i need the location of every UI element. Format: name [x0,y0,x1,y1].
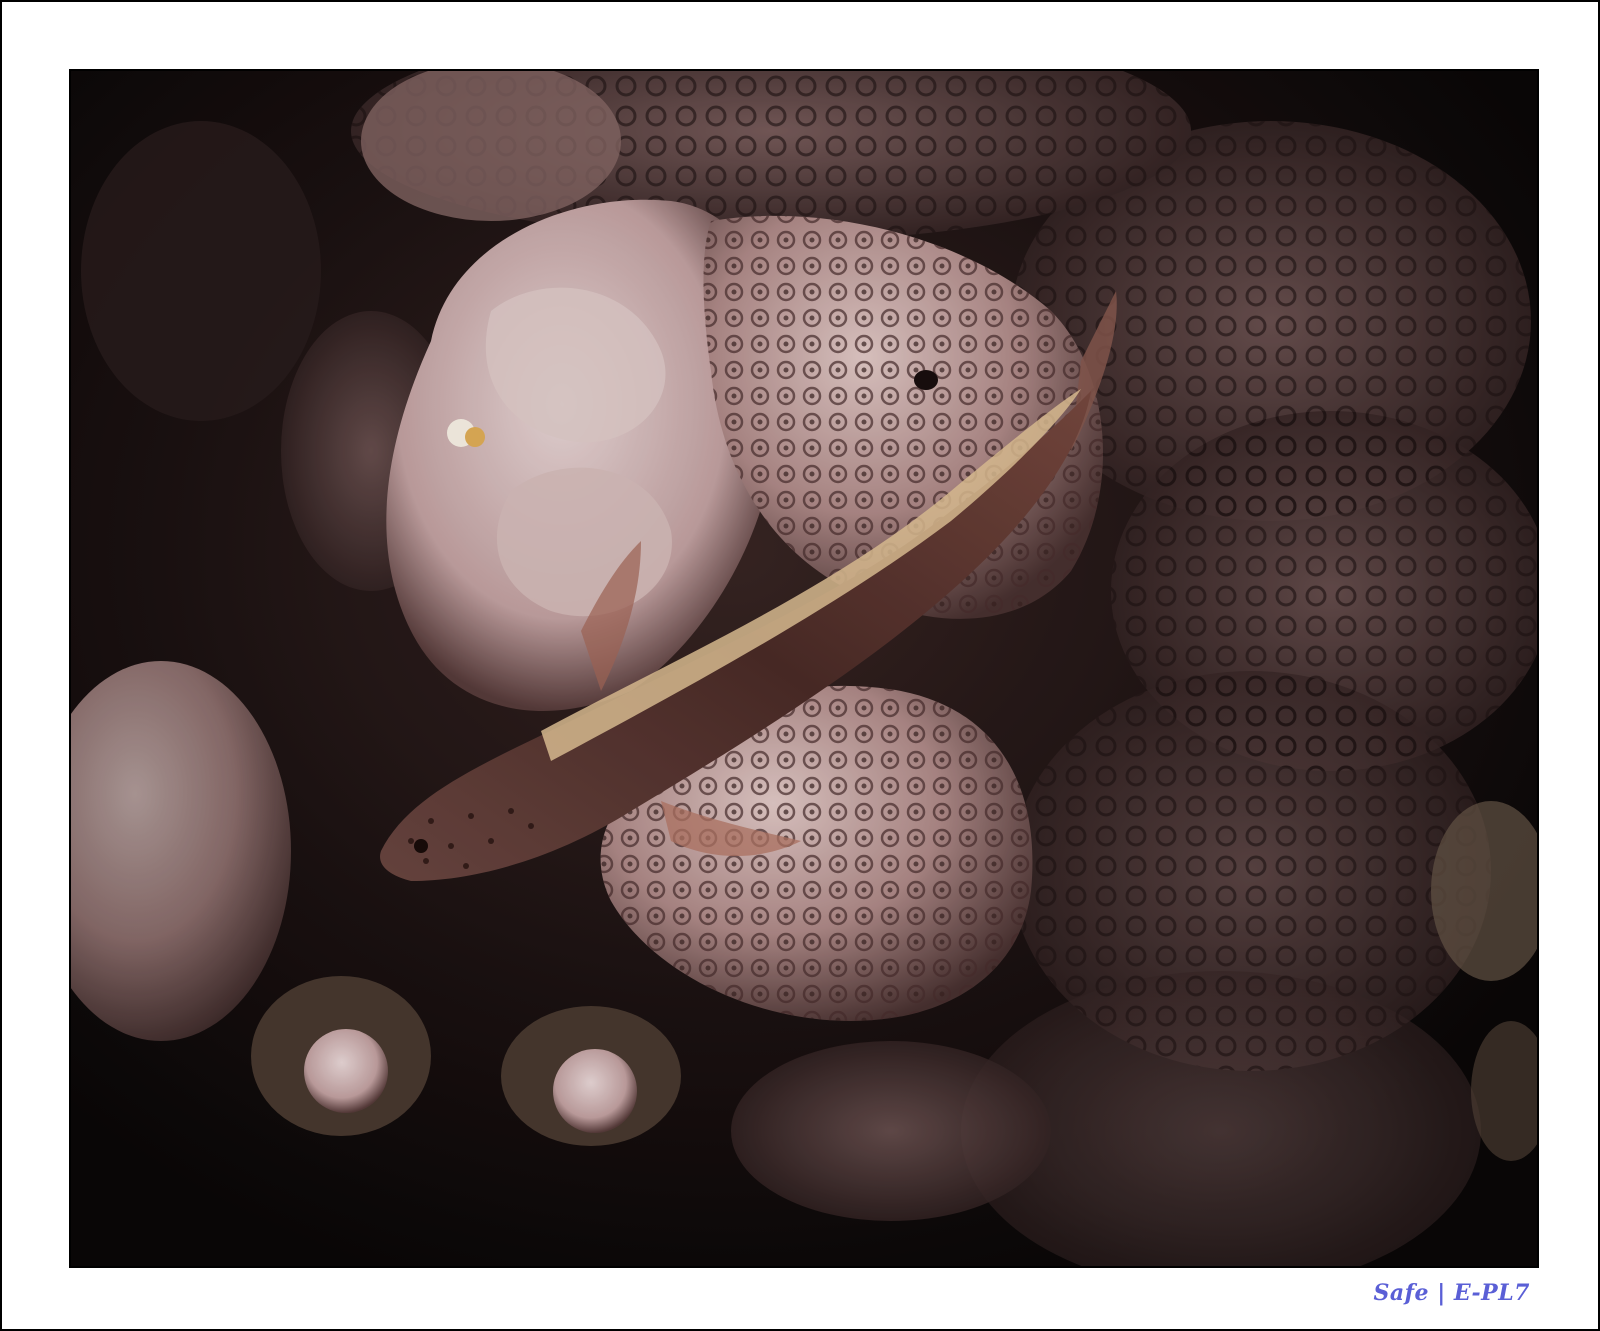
coral-scene [71,71,1537,1266]
photo-frame [0,0,1600,1331]
underwater-photo [69,69,1539,1268]
photo-caption: Safe | E-PL7 [1373,1280,1530,1306]
